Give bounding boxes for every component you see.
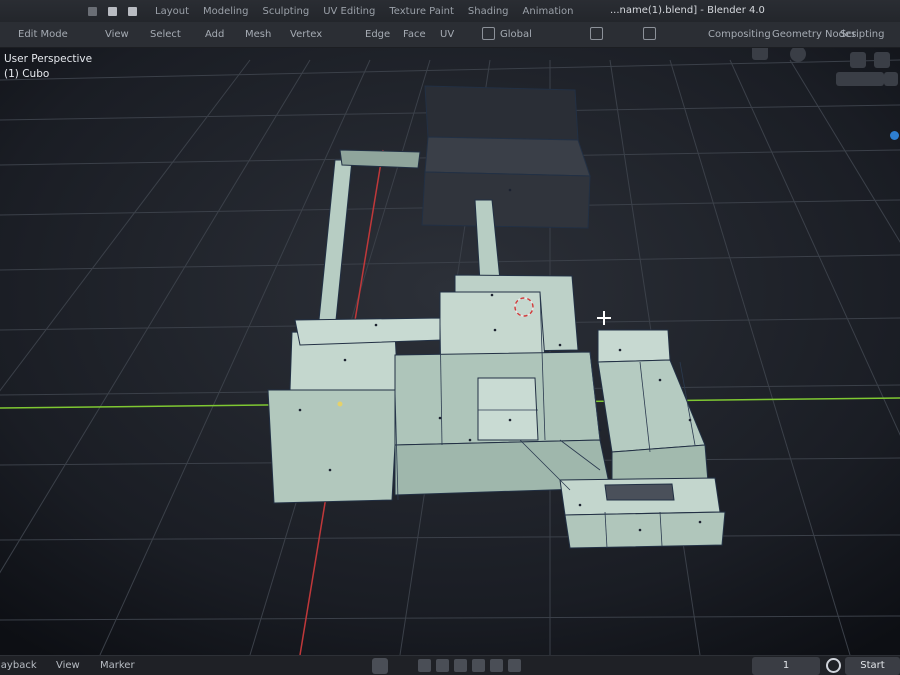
jump-start-button[interactable] — [418, 659, 431, 672]
window-title: ...name(1).blend] - Blender 4.0 — [610, 5, 765, 16]
perspective-label: User Perspective — [4, 53, 93, 65]
play-button[interactable] — [472, 659, 485, 672]
tab-sculpting[interactable]: Sculpting — [263, 6, 310, 17]
timeline-bar: Playback View Marker 1 Start — [0, 655, 900, 675]
menu-playback[interactable]: Playback — [0, 660, 37, 671]
record-button[interactable] — [372, 658, 388, 674]
overlay-icon[interactable] — [850, 52, 866, 68]
mode-selector[interactable]: Edit Mode — [18, 29, 68, 40]
menu-mesh[interactable]: Mesh — [245, 29, 271, 40]
menu-vertex[interactable]: Vertex — [290, 29, 322, 40]
tab-modeling[interactable]: Modeling — [203, 6, 249, 17]
menu-view-timeline[interactable]: View — [56, 660, 80, 671]
playback-controls — [418, 659, 521, 672]
shading-icon[interactable] — [874, 52, 890, 68]
menu-face[interactable]: Face — [403, 29, 426, 40]
tab-scripting[interactable]: Scripting — [840, 29, 884, 40]
snap-icon[interactable] — [590, 27, 603, 40]
next-keyframe-button[interactable] — [490, 659, 503, 672]
viewport-header: Edit Mode View Select Add Mesh Vertex Ed… — [0, 22, 900, 48]
tab-compositing[interactable]: Compositing — [708, 29, 771, 40]
tab-animation[interactable]: Animation — [523, 6, 574, 17]
current-frame-field[interactable]: 1 — [752, 657, 820, 675]
workspace-tabs: Layout Modeling Sculpting UV Editing Tex… — [155, 6, 574, 17]
clock-icon[interactable] — [826, 658, 841, 673]
transform-orientation[interactable]: Global — [500, 29, 532, 40]
object-label: (1) Cubo — [4, 68, 50, 80]
3d-viewport[interactable]: User Perspective (1) Cubo — [0, 48, 900, 655]
object-origin — [337, 401, 343, 407]
navigation-gizmo-icon[interactable] — [890, 131, 899, 140]
viewport-canvas[interactable] — [0, 48, 900, 655]
edit-icon[interactable] — [128, 7, 137, 16]
viewport-shading-buttons[interactable] — [836, 72, 884, 86]
zoom-icon[interactable] — [752, 48, 768, 60]
menu-uv[interactable]: UV — [440, 29, 454, 40]
tab-uv-editing[interactable]: UV Editing — [323, 6, 375, 17]
menu-marker[interactable]: Marker — [100, 660, 135, 671]
file-icon[interactable] — [108, 7, 117, 16]
prev-keyframe-button[interactable] — [436, 659, 449, 672]
transform-orientation-icon[interactable] — [482, 27, 495, 40]
grid-view-icon[interactable] — [884, 72, 898, 86]
menu-edge[interactable]: Edge — [365, 29, 390, 40]
window-titlebar: Layout Modeling Sculpting UV Editing Tex… — [0, 0, 900, 22]
blender-logo-icon — [88, 7, 97, 16]
menu-select[interactable]: Select — [150, 29, 181, 40]
proportional-edit-icon[interactable] — [643, 27, 656, 40]
menu-view[interactable]: View — [105, 29, 129, 40]
play-reverse-button[interactable] — [454, 659, 467, 672]
tab-texture-paint[interactable]: Texture Paint — [389, 6, 454, 17]
tab-shading[interactable]: Shading — [468, 6, 509, 17]
jump-end-button[interactable] — [508, 659, 521, 672]
tab-layout[interactable]: Layout — [155, 6, 189, 17]
menu-add[interactable]: Add — [205, 29, 224, 40]
start-frame-field[interactable]: Start — [845, 657, 900, 675]
